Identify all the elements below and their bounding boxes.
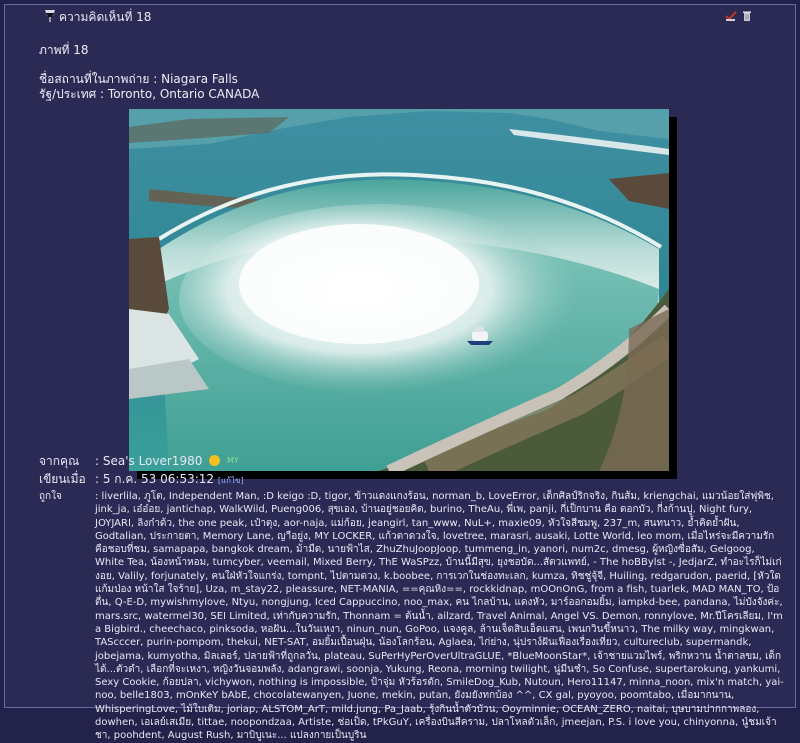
photo-heading: ภาพที่ 18	[39, 43, 89, 57]
comment-panel: ความคิดเห็นที่ 18 ภาพที่ 18 ชื่อสถานที่ใ…	[4, 4, 796, 741]
timestamp-value: : 5 ก.ค. 53 06:53:12 [แก้ไข]	[95, 472, 784, 490]
author-label: จากคุณ	[39, 454, 80, 468]
comment-title: ความคิดเห็นที่ 18	[59, 9, 152, 24]
likes-label: ถูกใจ	[39, 491, 62, 502]
edit-link[interactable]: [แก้ไข]	[218, 476, 244, 485]
header-actions	[725, 10, 753, 22]
author-name[interactable]: : Sea's Lover1980	[95, 454, 202, 468]
place-name: ชื่อสถานที่ในภาพถ่าย : Niagara Falls	[39, 72, 238, 86]
photo-frame	[129, 109, 669, 471]
country-name: รัฐ/ประเทศ : Toronto, Ontario CANADA	[39, 87, 260, 101]
comment-header: ความคิดเห็นที่ 18	[5, 5, 795, 29]
smile-icon	[209, 455, 221, 466]
timestamp-label: เขียนเมื่อ	[39, 472, 86, 486]
comment-meta: จากคุณ : Sea's Lover1980 MY เขียนเมื่อ :…	[39, 454, 784, 743]
author-row: จากคุณ : Sea's Lover1980 MY	[39, 454, 784, 472]
niagara-falls-photo	[129, 109, 669, 471]
likes-row: ถูกใจ : liverlila, ภูโต, Independent Man…	[39, 490, 784, 743]
author-value: : Sea's Lover1980 MY	[95, 454, 784, 472]
delete-icon[interactable]	[741, 10, 753, 22]
my-badge: MY	[227, 456, 239, 465]
timestamp-row: เขียนเมื่อ : 5 ก.ค. 53 06:53:12 [แก้ไข]	[39, 472, 784, 490]
timestamp-text: : 5 ก.ค. 53 06:53:12	[95, 472, 215, 486]
report-icon[interactable]	[725, 10, 737, 22]
pin-icon	[45, 10, 55, 22]
post-body: ภาพที่ 18 ชื่อสถานที่ในภาพถ่าย : Niagara…	[39, 43, 779, 471]
likes-list: : liverlila, ภูโต, Independent Man, :D k…	[95, 491, 784, 742]
